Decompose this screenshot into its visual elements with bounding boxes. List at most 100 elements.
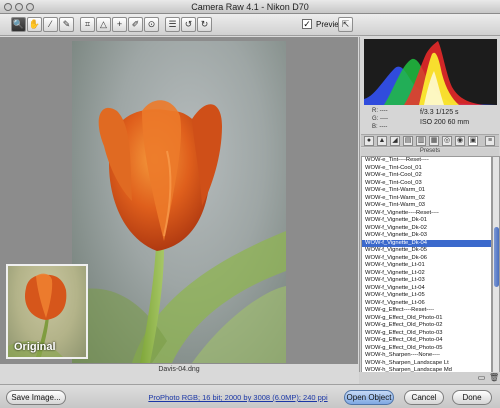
original-thumbnail[interactable]: Original	[6, 264, 88, 359]
preset-item[interactable]: WOW-f_Vignette_Dk-05	[362, 247, 491, 255]
tab-split-toning[interactable]: ▥	[416, 136, 426, 146]
preset-item[interactable]: WOW-f_Vignette_Lt-02	[362, 270, 491, 278]
fullscreen-button[interactable]: ⇱	[338, 17, 353, 32]
r-label: R:	[372, 108, 378, 114]
preset-item[interactable]: WOW-h_Sharpen----None----	[362, 352, 491, 360]
rotate-right-icon: ↻	[200, 19, 209, 29]
rotate-left-button[interactable]: ↺	[181, 17, 196, 32]
preview-checkbox[interactable]: ✓	[302, 19, 312, 29]
preset-item[interactable]: WOW-g_Effect----Reset----	[362, 307, 491, 315]
preset-item[interactable]: WOW-f_Vignette_Lt-04	[362, 285, 491, 293]
tab-basic[interactable]: ●	[364, 136, 374, 146]
g-value: ----	[380, 116, 389, 122]
targeted-adjust-icon: ⊙	[147, 19, 156, 29]
r-value: ----	[379, 108, 388, 114]
bottom-bar: Save Image... ProPhoto RGB; 16 bit; 2000…	[0, 384, 500, 408]
preset-item[interactable]: WOW-f_Vignette_Dk-03	[362, 232, 491, 240]
panel-tabs: ● ▲ ◢ ▤ ▥ ▦ ◎ ◉ ▣ ≡	[361, 134, 499, 147]
preset-item[interactable]: WOW-f_Vignette_Dk-02	[362, 225, 491, 233]
tab-lens[interactable]: ▦	[429, 136, 439, 146]
preset-item[interactable]: WOW-e_Tint-Warm_02	[362, 195, 491, 203]
preset-item[interactable]: WOW-h_Sharpen_Landscape Lt	[362, 360, 491, 368]
tab-tone-curve[interactable]: ▲	[377, 136, 387, 146]
cancel-button[interactable]: Cancel	[404, 390, 444, 405]
preset-item[interactable]: WOW-e_Tint-Cool_02	[362, 172, 491, 180]
preferences-button[interactable]: ☰	[165, 17, 180, 32]
presets-scrollbar[interactable]	[492, 156, 500, 404]
hand-tool-button[interactable]: ✋	[27, 17, 42, 32]
crop-tool-button[interactable]: ⌗	[80, 17, 95, 32]
preset-item[interactable]: WOW-e_Tint-Cool_01	[362, 165, 491, 173]
right-panel: R: ---- G: ---- B: ---- f/3.3 1/125 s IS…	[359, 37, 500, 404]
presets-header: Presets	[361, 148, 499, 156]
image-canvas[interactable]: Original	[0, 37, 358, 364]
straighten-icon: △	[100, 19, 107, 29]
preset-item[interactable]: WOW-f_Vignette----Reset----	[362, 210, 491, 218]
tab-camera-calibration[interactable]: ◎	[442, 136, 452, 146]
presets-scroll-thumb[interactable]	[494, 227, 499, 287]
color-sampler-icon: ✎	[62, 19, 71, 29]
retouch-tool-button[interactable]: ✐	[128, 17, 143, 32]
presets-list[interactable]: WOW-e_Tint----Reset---- WOW-e_Tint-Cool_0…	[361, 156, 492, 404]
straighten-tool-button[interactable]: △	[96, 17, 111, 32]
delete-preset-icon[interactable]: 🗑	[489, 373, 499, 382]
preset-item[interactable]: WOW-g_Effect_Old_Photo-03	[362, 330, 491, 338]
hand-icon: ✋	[28, 19, 41, 29]
preset-item[interactable]: WOW-e_Tint-Warm_01	[362, 187, 491, 195]
preset-item[interactable]: WOW-f_Vignette_Dk-04	[362, 239, 491, 247]
readout-area: R: ---- G: ---- B: ---- f/3.3 1/125 s IS…	[364, 107, 497, 133]
iso-focal: ISO 200 60 mm	[420, 119, 470, 126]
preview-photo	[72, 41, 286, 363]
window-title: Camera Raw 4.1 - Nikon D70	[191, 2, 309, 12]
g-label: G:	[372, 116, 379, 122]
open-object-button[interactable]: Open Object	[344, 390, 394, 405]
done-button[interactable]: Done	[452, 390, 492, 405]
red-eye-icon: +	[116, 19, 123, 29]
b-label: B:	[372, 124, 378, 130]
zoom-icon: 🔍	[12, 19, 25, 29]
save-image-button[interactable]: Save Image...	[6, 390, 66, 405]
white-balance-tool-button[interactable]: ⁄	[43, 17, 58, 32]
tab-presets[interactable]: ▣	[468, 136, 478, 146]
tulip-image	[72, 100, 286, 363]
retouch-icon: ✐	[131, 19, 140, 29]
preset-item[interactable]: WOW-f_Vignette_Lt-03	[362, 277, 491, 285]
image-filename: Davis-04.dng	[158, 366, 200, 373]
tab-detail[interactable]: ◢	[390, 136, 400, 146]
fullscreen-icon: ⇱	[341, 19, 350, 29]
targeted-adjust-tool-button[interactable]: ⊙	[144, 17, 159, 32]
histogram	[364, 39, 497, 105]
histogram-graph	[364, 41, 497, 105]
presets-footer: ▭ 🗑	[359, 372, 500, 384]
preset-item[interactable]: WOW-e_Tint-Warm_03	[362, 202, 491, 210]
preset-item[interactable]: WOW-f_Vignette_Lt-05	[362, 292, 491, 300]
eyedropper-icon: ⁄	[49, 19, 52, 29]
zoom-tool-button[interactable]: 🔍	[11, 17, 26, 32]
preset-item[interactable]: WOW-g_Effect_Old_Photo-05	[362, 345, 491, 353]
preset-item[interactable]: WOW-e_Tint----Reset----	[362, 157, 491, 165]
preset-item[interactable]: WOW-g_Effect_Old_Photo-02	[362, 322, 491, 330]
tab-snapshots[interactable]: ◉	[455, 136, 465, 146]
thumbnail-label: Original	[14, 341, 56, 353]
b-value: ----	[379, 124, 388, 130]
panel-menu-button[interactable]: ≡	[485, 136, 495, 146]
rotate-left-icon: ↺	[184, 19, 193, 29]
preset-item[interactable]: WOW-g_Effect_Old_Photo-04	[362, 337, 491, 345]
workflow-options-link[interactable]: ProPhoto RGB; 16 bit; 2000 by 3008 (6.0M…	[143, 393, 333, 402]
preferences-icon: ☰	[168, 19, 177, 29]
tab-hsl[interactable]: ▤	[403, 136, 413, 146]
preset-item[interactable]: WOW-f_Vignette_Lt-01	[362, 262, 491, 270]
red-eye-tool-button[interactable]: +	[112, 17, 127, 32]
crop-icon: ⌗	[84, 19, 91, 29]
preset-item[interactable]: WOW-e_Tint-Cool_03	[362, 180, 491, 188]
preset-item[interactable]: WOW-g_Effect_Old_Photo-01	[362, 315, 491, 323]
rotate-right-button[interactable]: ↻	[197, 17, 212, 32]
toolbar: 🔍 ✋ ⁄ ✎ ⌗ △ + ✐ ⊙ ☰ ↺ ↻ ✓ Preview ⇱	[0, 14, 500, 36]
preset-item[interactable]: WOW-f_Vignette_Dk-01	[362, 217, 491, 225]
aperture-shutter: f/3.3 1/125 s	[420, 109, 459, 116]
title-bar: Camera Raw 4.1 - Nikon D70	[0, 0, 500, 14]
preset-item[interactable]: WOW-f_Vignette_Dk-06	[362, 255, 491, 263]
new-preset-icon[interactable]: ▭	[477, 373, 486, 382]
preset-item[interactable]: WOW-f_Vignette_Lt-06	[362, 300, 491, 308]
color-sampler-tool-button[interactable]: ✎	[59, 17, 74, 32]
